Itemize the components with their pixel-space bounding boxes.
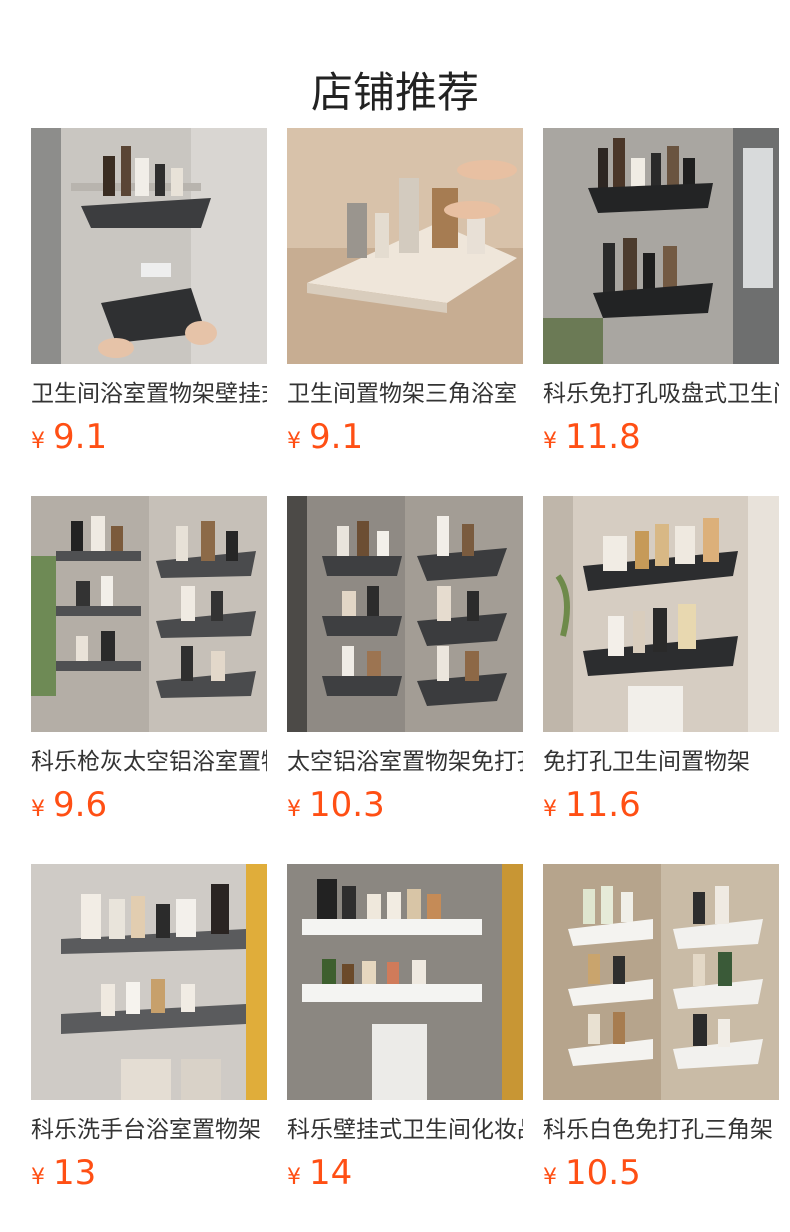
product-price: ¥11.6 (543, 783, 641, 827)
product-name[interactable]: 卫生间置物架三角浴室 (287, 378, 523, 410)
product-name[interactable]: 科乐免打孔吸盘式卫生间 (543, 378, 779, 410)
product-price: ¥9.1 (287, 415, 363, 459)
product-card[interactable]: 科乐洗手台浴室置物架 ¥13 (31, 864, 267, 1204)
price-value: 13 (53, 1153, 97, 1193)
product-name[interactable]: 科乐洗手台浴室置物架 (31, 1114, 267, 1146)
product-price: ¥10.5 (543, 1151, 641, 1195)
white-wall-rack-image (287, 864, 523, 1100)
product-card[interactable]: 科乐免打孔吸盘式卫生间 ¥11.8 (543, 128, 779, 468)
product-image[interactable] (287, 864, 523, 1100)
black-double-rack-image (543, 128, 779, 364)
gray-wall-rack-image (31, 864, 267, 1100)
price-value: 9.6 (53, 785, 108, 825)
currency-symbol: ¥ (287, 797, 301, 822)
corner-tier-rack-image (287, 496, 523, 732)
currency-symbol: ¥ (543, 797, 557, 822)
hook-towel-rack-image (543, 496, 779, 732)
currency-symbol: ¥ (31, 1165, 45, 1190)
product-card[interactable]: 太空铝浴室置物架免打孔 ¥10.3 (287, 496, 523, 836)
price-value: 11.8 (565, 417, 641, 457)
product-image[interactable] (31, 496, 267, 732)
product-card[interactable]: 科乐壁挂式卫生间化妆品 ¥14 (287, 864, 523, 1204)
currency-symbol: ¥ (31, 797, 45, 822)
product-name[interactable]: 科乐白色免打孔三角架 (543, 1114, 779, 1146)
currency-symbol: ¥ (287, 1165, 301, 1190)
product-image[interactable] (287, 496, 523, 732)
white-corner-shelf-image (287, 128, 523, 364)
product-image[interactable] (31, 864, 267, 1100)
product-name[interactable]: 太空铝浴室置物架免打孔 (287, 746, 523, 778)
product-card[interactable]: 科乐白色免打孔三角架 ¥10.5 (543, 864, 779, 1204)
price-value: 10.5 (565, 1153, 641, 1193)
product-price: ¥10.3 (287, 783, 385, 827)
currency-symbol: ¥ (543, 1165, 557, 1190)
currency-symbol: ¥ (287, 429, 301, 454)
dark-corner-shelf-image (31, 128, 267, 364)
product-price: ¥9.1 (31, 415, 107, 459)
currency-symbol: ¥ (543, 429, 557, 454)
product-name[interactable]: 卫生间浴室置物架壁挂式 (31, 378, 267, 410)
product-name[interactable]: 免打孔卫生间置物架 (543, 746, 779, 778)
price-value: 9.1 (53, 417, 108, 457)
product-card[interactable]: 卫生间浴室置物架壁挂式 ¥9.1 (31, 128, 267, 468)
gray-multi-tier-rack-image (31, 496, 267, 732)
product-card[interactable]: 科乐枪灰太空铝浴室置物架 ¥9.6 (31, 496, 267, 836)
price-value: 10.3 (309, 785, 385, 825)
product-price: ¥9.6 (31, 783, 107, 827)
price-value: 11.6 (565, 785, 641, 825)
white-tier-rack-image (543, 864, 779, 1100)
product-price: ¥13 (31, 1151, 96, 1195)
product-image[interactable] (543, 496, 779, 732)
currency-symbol: ¥ (31, 429, 45, 454)
product-image[interactable] (287, 128, 523, 364)
product-name[interactable]: 科乐壁挂式卫生间化妆品 (287, 1114, 523, 1146)
product-image[interactable] (543, 864, 779, 1100)
product-price: ¥11.8 (543, 415, 641, 459)
product-grid: 卫生间浴室置物架壁挂式 ¥9.1 卫生间置物架三角浴室 ¥9.1 科乐免打孔吸盘… (0, 0, 790, 1232)
product-card[interactable]: 免打孔卫生间置物架 ¥11.6 (543, 496, 779, 836)
product-name[interactable]: 科乐枪灰太空铝浴室置物架 (31, 746, 267, 778)
product-card[interactable]: 卫生间置物架三角浴室 ¥9.1 (287, 128, 523, 468)
price-value: 14 (309, 1153, 353, 1193)
product-image[interactable] (543, 128, 779, 364)
product-image[interactable] (31, 128, 267, 364)
price-value: 9.1 (309, 417, 364, 457)
product-price: ¥14 (287, 1151, 352, 1195)
